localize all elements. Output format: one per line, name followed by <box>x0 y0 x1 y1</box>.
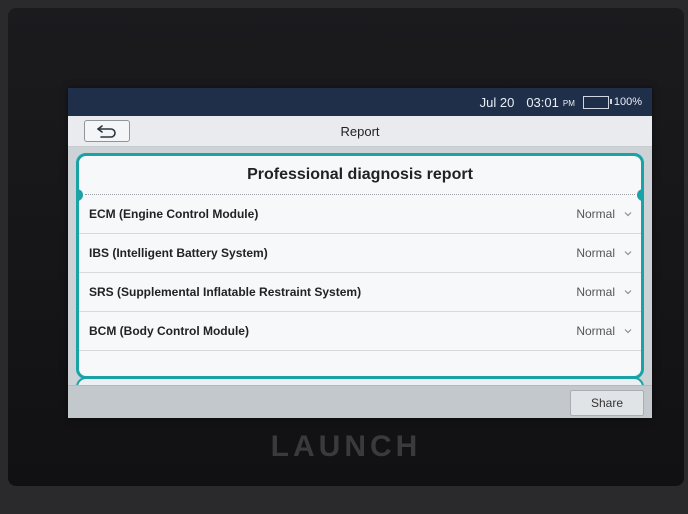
system-status-label: Normal <box>576 324 615 338</box>
system-name: ECM (Engine Control Module) <box>89 207 259 221</box>
footer-bar: Share <box>68 385 652 418</box>
system-status: Normal <box>576 246 633 260</box>
status-ampm: PM <box>562 99 575 108</box>
share-button[interactable]: Share <box>570 390 644 416</box>
report-content[interactable]: Professional diagnosis report ECM (Engin… <box>68 147 652 399</box>
chevron-down-icon[interactable] <box>623 326 633 336</box>
battery-icon <box>582 95 612 109</box>
report-heading: Professional diagnosis report <box>85 156 635 195</box>
system-name: SRS (Supplemental Inflatable Restraint S… <box>89 285 362 299</box>
system-status: Normal <box>576 207 633 221</box>
back-button[interactable] <box>84 120 130 142</box>
system-status-label: Normal <box>576 246 615 260</box>
report-card: Professional diagnosis report ECM (Engin… <box>76 153 644 379</box>
system-name: IBS (Intelligent Battery System) <box>89 246 268 260</box>
system-status-label: Normal <box>576 207 615 221</box>
back-arrow-icon <box>97 125 116 138</box>
battery-percent: 100% <box>613 96 642 108</box>
card-notch-right <box>637 189 641 201</box>
title-bar: Report <box>68 116 652 147</box>
status-date: Jul 20 <box>479 94 515 110</box>
system-row-ibs[interactable]: IBS (Intelligent Battery System) Normal <box>79 234 641 273</box>
status-time: 03:01 <box>526 94 559 110</box>
system-name: BCM (Body Control Module) <box>89 324 249 338</box>
device-brand-logo: LAUNCH <box>270 430 422 463</box>
page-title: Report <box>340 123 380 139</box>
system-status: Normal <box>576 324 633 338</box>
system-status: Normal <box>576 285 633 299</box>
chevron-down-icon[interactable] <box>623 287 633 297</box>
system-status-label: Normal <box>576 285 615 299</box>
system-row-ecm[interactable]: ECM (Engine Control Module) Normal <box>79 195 641 234</box>
tablet-device: Jul 20 03:01 PM 100% Report Professional… <box>8 8 684 486</box>
system-row-bcm[interactable]: BCM (Body Control Module) Normal <box>79 312 641 351</box>
system-row-srs[interactable]: SRS (Supplemental Inflatable Restraint S… <box>79 273 641 312</box>
screen: Jul 20 03:01 PM 100% Report Professional… <box>68 88 652 418</box>
status-bar: Jul 20 03:01 PM 100% <box>68 88 652 116</box>
chevron-down-icon[interactable] <box>623 209 633 219</box>
chevron-down-icon[interactable] <box>623 248 633 258</box>
